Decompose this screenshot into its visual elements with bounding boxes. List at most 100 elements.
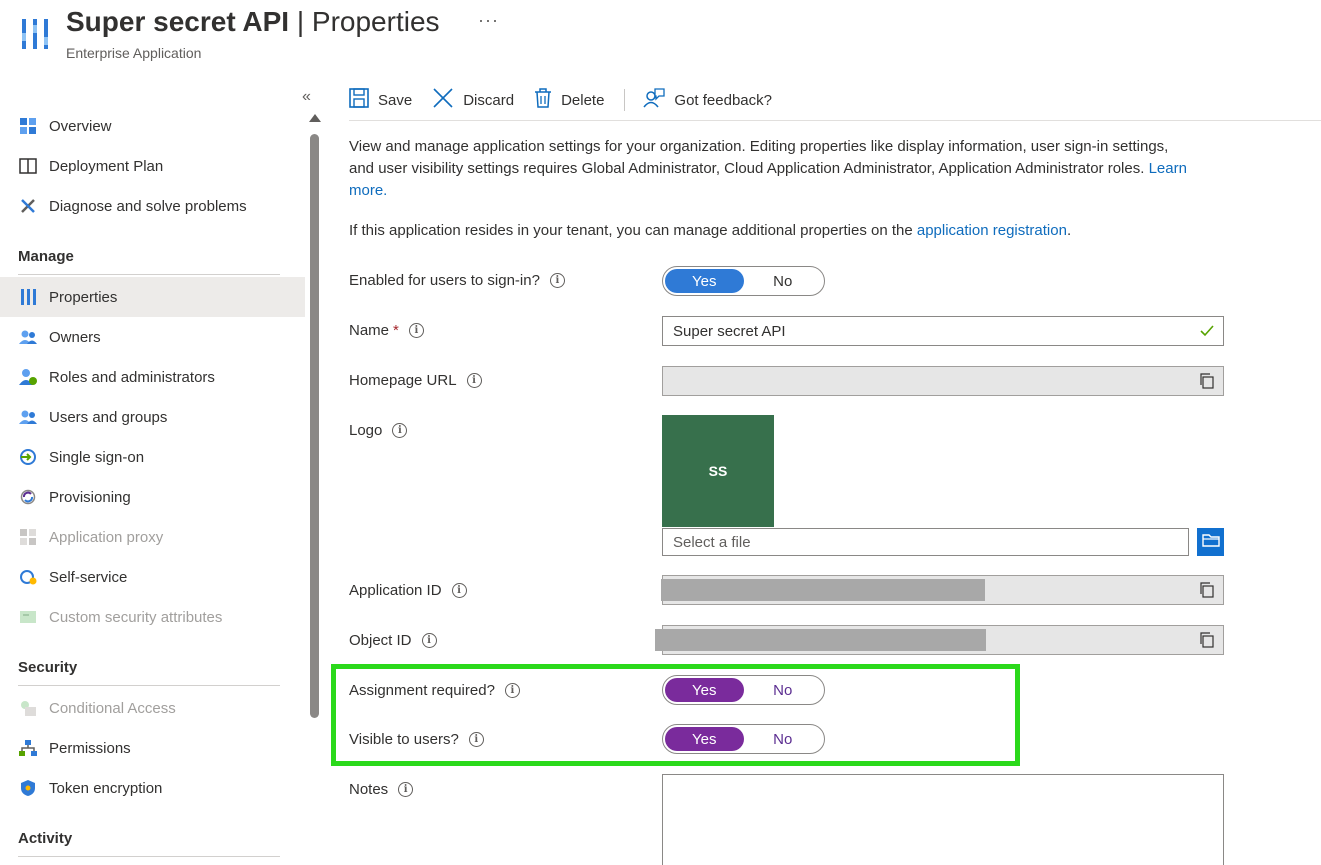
roles-icon (18, 367, 38, 387)
close-icon (432, 87, 463, 113)
delete-label: Delete (561, 91, 605, 109)
sidebar-item-diagnose[interactable]: Diagnose and solve problems (0, 186, 305, 226)
app-id-field[interactable] (661, 575, 1224, 605)
sidebar-item-permissions[interactable]: Permissions (0, 728, 305, 768)
app-registration-link[interactable]: application registration (917, 222, 1067, 239)
save-button[interactable]: Save (349, 88, 412, 112)
sidebar-item-label: Custom security attributes (49, 608, 223, 626)
assignment-no-option[interactable]: No (744, 678, 823, 702)
page-subtitle: Enterprise Application (66, 45, 202, 61)
sidebar-item-deployment-plan[interactable]: Deployment Plan (0, 146, 305, 186)
assignment-label: Assignment required? i (349, 682, 520, 699)
save-icon (349, 88, 378, 112)
sidebar-item-label: Permissions (49, 739, 131, 757)
assignment-yes-option[interactable]: Yes (665, 678, 744, 702)
sidebar-item-label: Diagnose and solve problems (49, 197, 247, 215)
sidebar-item-label: Self-service (49, 568, 128, 586)
app-id-label-text: Application ID (349, 582, 442, 599)
feedback-button[interactable]: Got feedback? (643, 87, 772, 113)
copy-icon[interactable] (1199, 632, 1215, 652)
info-icon[interactable]: i (504, 683, 520, 698)
sidebar-item-provisioning[interactable]: Provisioning (0, 477, 305, 517)
sidebar-item-conditional-access[interactable]: Conditional Access (0, 688, 305, 728)
homepage-label: Homepage URL i (349, 372, 482, 389)
name-input-value: Super secret API (673, 322, 786, 340)
sidebar-item-token-encryption[interactable]: Token encryption (0, 768, 305, 808)
page-title: Super secret API | Properties (66, 6, 440, 38)
sidebar-item-roles[interactable]: Roles and administrators (0, 357, 305, 397)
notes-label-text: Notes (349, 781, 389, 798)
enabled-toggle[interactable]: Yes No (662, 266, 825, 296)
info-icon[interactable]: i (408, 323, 424, 338)
users-icon (18, 407, 38, 427)
sidebar-item-users-groups[interactable]: Users and groups (0, 397, 305, 437)
info-icon[interactable]: i (451, 583, 467, 598)
name-input[interactable]: Super secret API (662, 316, 1224, 346)
section-manage: Manage (18, 248, 280, 275)
sidebar-item-overview[interactable]: Overview (0, 106, 305, 146)
sidebar-item-owners[interactable]: Owners (0, 317, 305, 357)
object-id-field[interactable] (655, 625, 1224, 655)
visible-no-option[interactable]: No (744, 727, 823, 751)
assignment-toggle[interactable]: Yes No (662, 675, 825, 705)
sidebar-item-sso[interactable]: Single sign-on (0, 437, 305, 477)
logo-label: Logo i (349, 422, 408, 439)
object-id-label-text: Object ID (349, 632, 412, 649)
required-marker: * (393, 322, 399, 339)
visible-label-text: Visible to users? (349, 731, 459, 748)
enabled-no-option[interactable]: No (744, 269, 823, 293)
redacted-value (655, 629, 986, 651)
more-options-button[interactable]: ··· (478, 10, 499, 31)
info-icon[interactable]: i (392, 423, 408, 438)
file-select-input[interactable]: Select a file (662, 528, 1189, 556)
provisioning-icon (18, 487, 38, 507)
info-icon[interactable]: i (468, 732, 484, 747)
shield-icon (18, 778, 38, 798)
description-text: View and manage application settings for… (349, 136, 1189, 202)
browse-file-button[interactable] (1197, 528, 1224, 556)
scroll-up-arrow[interactable] (309, 114, 321, 122)
discard-button[interactable]: Discard (432, 87, 514, 113)
info-icon[interactable]: i (398, 782, 414, 797)
visible-yes-option[interactable]: Yes (665, 727, 744, 751)
sidebar-item-label: Owners (49, 328, 101, 346)
visible-toggle[interactable]: Yes No (662, 724, 825, 754)
blade-name: Properties (311, 6, 440, 37)
copy-icon[interactable] (1199, 582, 1215, 602)
enabled-yes-option[interactable]: Yes (665, 269, 744, 293)
sidebar-item-label: Deployment Plan (49, 157, 164, 175)
sidebar-item-properties[interactable]: Properties (0, 277, 305, 317)
sidebar-scrollbar[interactable] (310, 134, 319, 718)
properties-icon (18, 287, 38, 307)
self-service-icon (18, 567, 38, 587)
section-security: Security (18, 659, 280, 686)
sidebar-item-label: Application proxy (49, 528, 164, 546)
sidebar-item-app-proxy[interactable]: Application proxy (0, 517, 305, 557)
sidebar-item-label: Roles and administrators (49, 368, 215, 386)
homepage-label-text: Homepage URL (349, 372, 457, 389)
delete-button[interactable]: Delete (534, 88, 604, 112)
sidebar-item-self-service[interactable]: Self-service (0, 557, 305, 597)
section-activity: Activity (18, 830, 280, 857)
info-icon[interactable]: i (466, 373, 482, 388)
collapse-sidebar-button[interactable]: « (302, 88, 311, 106)
grid-icon (18, 116, 38, 136)
notes-textarea[interactable] (662, 774, 1224, 865)
tenant-text: If this application resides in your tena… (349, 220, 1249, 242)
trash-icon (534, 88, 561, 112)
sidebar-item-label: Provisioning (49, 488, 131, 506)
enabled-label: Enabled for users to sign-in? i (349, 272, 565, 289)
info-icon[interactable]: i (421, 633, 437, 648)
info-icon[interactable]: i (549, 273, 565, 288)
sidebar-item-custom-security[interactable]: Custom security attributes (0, 597, 305, 637)
conditional-access-icon (18, 698, 38, 718)
save-label: Save (378, 91, 413, 109)
toolbar-divider (624, 89, 626, 111)
logo-label-text: Logo (349, 422, 383, 439)
assignment-label-text: Assignment required? (349, 682, 495, 699)
enterprise-app-icon (20, 15, 50, 53)
homepage-url-field[interactable] (662, 366, 1224, 396)
copy-icon[interactable] (1199, 373, 1215, 393)
object-id-label: Object ID i (349, 632, 437, 649)
custom-attr-icon (18, 607, 38, 627)
